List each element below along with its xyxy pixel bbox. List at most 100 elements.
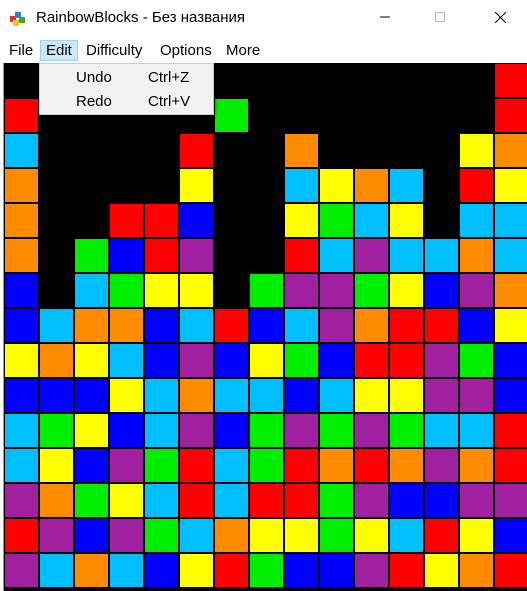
block-green[interactable] xyxy=(144,518,179,553)
block-cyan[interactable] xyxy=(4,413,39,448)
block-purple[interactable] xyxy=(354,413,389,448)
block-blue[interactable] xyxy=(109,238,144,273)
block-green[interactable] xyxy=(249,413,284,448)
block-blue[interactable] xyxy=(74,378,109,413)
block-green[interactable] xyxy=(144,448,179,483)
block-red[interactable] xyxy=(109,203,144,238)
block-blue[interactable] xyxy=(494,343,527,378)
block-green[interactable] xyxy=(319,413,354,448)
block-blue[interactable] xyxy=(74,518,109,553)
block-red[interactable] xyxy=(4,518,39,553)
block-cyan[interactable] xyxy=(389,238,424,273)
block-yellow[interactable] xyxy=(459,518,494,553)
block-red[interactable] xyxy=(424,518,459,553)
block-orange[interactable] xyxy=(4,168,39,203)
block-cyan[interactable] xyxy=(109,553,144,588)
block-blue[interactable] xyxy=(424,273,459,308)
block-purple[interactable] xyxy=(109,448,144,483)
block-red[interactable] xyxy=(354,448,389,483)
block-yellow[interactable] xyxy=(319,168,354,203)
block-purple[interactable] xyxy=(4,553,39,588)
close-button[interactable] xyxy=(477,0,523,34)
block-orange[interactable] xyxy=(354,168,389,203)
block-blue[interactable] xyxy=(459,308,494,343)
block-orange[interactable] xyxy=(389,448,424,483)
block-yellow[interactable] xyxy=(39,448,74,483)
block-cyan[interactable] xyxy=(389,518,424,553)
block-cyan[interactable] xyxy=(144,413,179,448)
block-blue[interactable] xyxy=(214,413,249,448)
block-green[interactable] xyxy=(284,343,319,378)
block-purple[interactable] xyxy=(459,273,494,308)
game-board[interactable] xyxy=(3,63,527,591)
block-blue[interactable] xyxy=(74,448,109,483)
block-red[interactable] xyxy=(424,308,459,343)
block-purple[interactable] xyxy=(179,413,214,448)
block-blue[interactable] xyxy=(4,378,39,413)
block-yellow[interactable] xyxy=(354,378,389,413)
block-yellow[interactable] xyxy=(179,273,214,308)
block-yellow[interactable] xyxy=(389,203,424,238)
block-purple[interactable] xyxy=(319,273,354,308)
block-blue[interactable] xyxy=(4,308,39,343)
block-purple[interactable] xyxy=(179,343,214,378)
block-cyan[interactable] xyxy=(459,413,494,448)
block-yellow[interactable] xyxy=(284,203,319,238)
block-red[interactable] xyxy=(494,413,527,448)
block-yellow[interactable] xyxy=(284,518,319,553)
block-red[interactable] xyxy=(144,203,179,238)
block-blue[interactable] xyxy=(144,308,179,343)
block-blue[interactable] xyxy=(494,518,527,553)
block-blue[interactable] xyxy=(144,553,179,588)
block-red[interactable] xyxy=(144,238,179,273)
menu-file[interactable]: File xyxy=(4,40,38,61)
block-yellow[interactable] xyxy=(459,133,494,168)
block-red[interactable] xyxy=(494,448,527,483)
block-blue[interactable] xyxy=(179,203,214,238)
block-purple[interactable] xyxy=(494,483,527,518)
block-cyan[interactable] xyxy=(39,553,74,588)
block-orange[interactable] xyxy=(39,483,74,518)
block-purple[interactable] xyxy=(109,518,144,553)
block-purple[interactable] xyxy=(4,483,39,518)
block-yellow[interactable] xyxy=(354,518,389,553)
block-blue[interactable] xyxy=(214,343,249,378)
block-yellow[interactable] xyxy=(179,168,214,203)
block-yellow[interactable] xyxy=(249,518,284,553)
block-cyan[interactable] xyxy=(214,448,249,483)
block-yellow[interactable] xyxy=(74,343,109,378)
block-blue[interactable] xyxy=(249,308,284,343)
block-red[interactable] xyxy=(494,63,527,98)
block-orange[interactable] xyxy=(74,308,109,343)
block-red[interactable] xyxy=(4,98,39,133)
block-cyan[interactable] xyxy=(179,518,214,553)
block-orange[interactable] xyxy=(354,308,389,343)
block-blue[interactable] xyxy=(284,378,319,413)
block-yellow[interactable] xyxy=(494,168,527,203)
block-orange[interactable] xyxy=(179,378,214,413)
block-orange[interactable] xyxy=(284,133,319,168)
block-orange[interactable] xyxy=(459,238,494,273)
block-cyan[interactable] xyxy=(424,413,459,448)
block-cyan[interactable] xyxy=(319,378,354,413)
block-yellow[interactable] xyxy=(424,553,459,588)
block-cyan[interactable] xyxy=(284,308,319,343)
menu-more[interactable]: More xyxy=(221,40,265,61)
block-purple[interactable] xyxy=(424,448,459,483)
maximize-button[interactable] xyxy=(417,0,463,34)
block-yellow[interactable] xyxy=(494,308,527,343)
block-orange[interactable] xyxy=(214,518,249,553)
menu-difficulty[interactable]: Difficulty xyxy=(81,40,147,61)
block-red[interactable] xyxy=(179,133,214,168)
block-cyan[interactable] xyxy=(494,238,527,273)
block-blue[interactable] xyxy=(284,553,319,588)
block-cyan[interactable] xyxy=(144,483,179,518)
block-green[interactable] xyxy=(74,238,109,273)
block-red[interactable] xyxy=(389,308,424,343)
block-blue[interactable] xyxy=(144,343,179,378)
block-red[interactable] xyxy=(284,238,319,273)
block-purple[interactable] xyxy=(354,483,389,518)
block-orange[interactable] xyxy=(319,448,354,483)
block-purple[interactable] xyxy=(424,343,459,378)
block-red[interactable] xyxy=(179,448,214,483)
